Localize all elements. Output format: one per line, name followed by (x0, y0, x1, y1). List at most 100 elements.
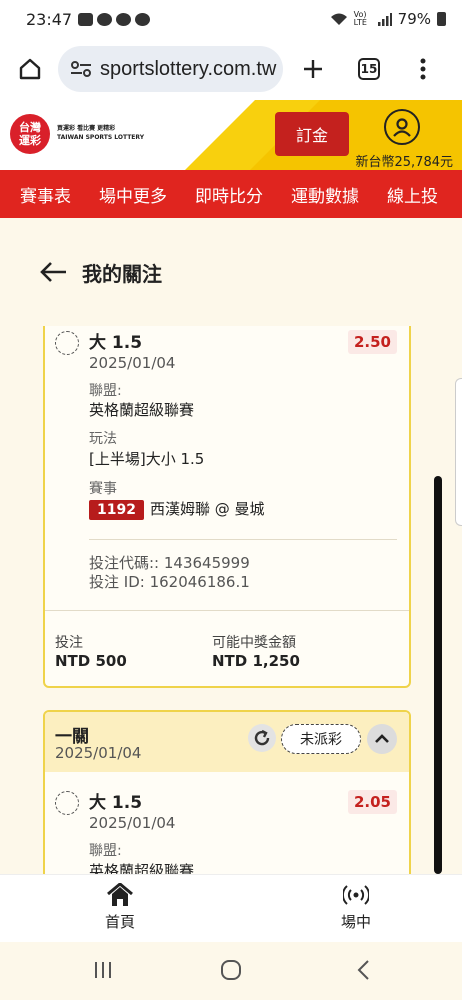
site-tagline: 買運彩 看比賽 更精彩 TAIWAN SPORTS LOTTERY (57, 124, 144, 142)
message-icon (116, 12, 132, 26)
tab-switcher-button[interactable]: 15 (349, 49, 389, 89)
url-text: sportslottery.com.tw (100, 57, 277, 80)
play-value: [上半場]大小 1.5 (89, 450, 205, 468)
notification-icons (78, 12, 151, 26)
parlay-date: 2025/01/04 (55, 744, 142, 762)
nav-item-live-more[interactable]: 場中更多 (99, 182, 167, 207)
home-icon (107, 883, 133, 906)
battery-icon (437, 12, 446, 26)
bet-selection: 大 1.5 2025/01/04 (55, 328, 175, 372)
nav-item-schedule[interactable]: 賽事表 (20, 182, 71, 207)
new-tab-button[interactable] (293, 49, 333, 89)
bottom-nav-home-label: 首頁 (104, 913, 135, 931)
parlay-card: 一關 2025/01/04 未派彩 大 1.5 2025/01/04 2.05 … (43, 710, 411, 874)
event-row: 1192 西漢姆聯 @ 曼城 (89, 498, 265, 520)
select-radio[interactable] (55, 791, 79, 815)
tab-count: 15 (358, 58, 380, 80)
league-label: 聯盟: (89, 383, 122, 399)
stake: 投注 NTD 500 (55, 632, 127, 670)
browser-toolbar: sportslottery.com.tw 15 (0, 38, 462, 100)
balance-amount: 新台幣25,784元 (355, 155, 454, 170)
bet-name: 大 1.5 (89, 793, 143, 813)
status-badge: 未派彩 (281, 724, 361, 754)
plus-icon (304, 60, 322, 78)
nav-item-sports-data[interactable]: 運動數據 (291, 182, 359, 207)
battery-percent: 79% (397, 10, 431, 28)
watchlist-scroll-area[interactable]: 大 1.5 2025/01/04 2.50 聯盟: 英格蘭超級聯賽 玩法 [上半… (20, 326, 440, 874)
order-button[interactable]: 訂金 (275, 112, 349, 156)
play-label: 玩法 (89, 431, 117, 447)
payout: 可能中獎金額 NTD 1,250 (212, 632, 300, 670)
stake-value: NTD 500 (55, 652, 127, 670)
parlay-header: 一關 2025/01/04 未派彩 (45, 712, 409, 772)
page-header: 我的關注 (0, 218, 462, 326)
bet-id: 投注 ID: 162046186.1 (89, 573, 250, 591)
system-nav-bar (0, 942, 462, 1000)
home-circle-icon (221, 960, 241, 980)
bottom-nav: 首頁 場中 (0, 874, 462, 942)
bet-date: 2025/01/04 (89, 354, 176, 372)
select-radio[interactable] (55, 331, 79, 355)
refresh-icon (254, 729, 270, 746)
site-settings-icon[interactable] (70, 60, 92, 78)
chat-icon (135, 12, 151, 26)
refresh-button[interactable] (248, 724, 276, 752)
site-logo[interactable]: 台灣運彩 (10, 114, 50, 154)
event-label: 賽事 (89, 481, 117, 497)
league-value: 英格蘭超級聯賽 (89, 862, 195, 874)
main-nav: 賽事表 場中更多 即時比分 運動數據 線上投 (0, 170, 462, 218)
status-time: 23:47 (26, 9, 73, 29)
bet-name: 大 1.5 (89, 333, 143, 353)
edge-panel-handle[interactable] (455, 378, 462, 526)
home-icon (19, 58, 41, 80)
scrollbar[interactable] (434, 476, 442, 874)
nav-item-online[interactable]: 線上投 (387, 182, 438, 207)
status-right: Vo) LTE 79% (330, 10, 446, 28)
event-teams: 西漢姆聯 @ 曼城 (149, 500, 265, 518)
stake-label: 投注 (55, 635, 83, 651)
back-arrow-icon[interactable] (38, 261, 68, 283)
bet-selection: 大 1.5 2025/01/04 (55, 788, 175, 832)
page-title: 我的關注 (82, 261, 162, 286)
event-code: 1192 (89, 500, 144, 520)
system-back-button[interactable] (348, 958, 378, 982)
wifi-icon (330, 13, 347, 25)
address-bar[interactable]: sportslottery.com.tw (58, 46, 283, 92)
system-home-button[interactable] (216, 958, 246, 982)
divider (45, 610, 409, 611)
league-value: 英格蘭超級聯賽 (89, 401, 195, 419)
tagline-line: 買運彩 看比賽 更精彩 (57, 125, 116, 132)
browser-menu-button[interactable] (403, 49, 443, 89)
status-bar: 23:47 Vo) LTE 79% (0, 0, 462, 38)
payout-value: NTD 1,250 (212, 652, 300, 670)
bet-code: 投注代碼:: 143645999 (89, 554, 250, 572)
odds-badge: 2.05 (347, 790, 397, 814)
volte-label: Vo) LTE (353, 10, 367, 27)
payout-label: 可能中獎金額 (212, 635, 296, 651)
chevron-up-icon (375, 734, 389, 743)
league-label: 聯盟: (89, 843, 122, 859)
live-broadcast-icon (343, 885, 369, 905)
signal-icon (377, 12, 392, 26)
divider (89, 539, 397, 540)
nav-item-live-scores[interactable]: 即時比分 (195, 182, 263, 207)
bottom-nav-live-label: 場中 (340, 913, 371, 931)
back-chevron-icon (357, 960, 369, 980)
browser-home-button[interactable] (12, 51, 48, 87)
account-button[interactable] (384, 109, 420, 145)
tagline-line-en: TAIWAN SPORTS LOTTERY (57, 134, 145, 141)
user-icon (393, 118, 411, 137)
bottom-nav-home[interactable]: 首頁 (80, 883, 160, 932)
bet-card: 大 1.5 2025/01/04 2.50 聯盟: 英格蘭超級聯賽 玩法 [上半… (43, 326, 411, 688)
more-vertical-icon (420, 58, 426, 80)
recent-apps-icon (95, 962, 111, 978)
site-header: 台灣運彩 買運彩 看比賽 更精彩 TAIWAN SPORTS LOTTERY 訂… (0, 100, 462, 170)
odds-badge: 2.50 (347, 330, 397, 354)
collapse-button[interactable] (367, 724, 397, 754)
recent-apps-button[interactable] (88, 958, 118, 982)
bottom-nav-live[interactable]: 場中 (316, 883, 396, 932)
youtube-icon (78, 12, 94, 26)
line-icon (97, 12, 113, 26)
logo-text: 台灣運彩 (19, 121, 41, 147)
bet-date: 2025/01/04 (89, 814, 176, 832)
